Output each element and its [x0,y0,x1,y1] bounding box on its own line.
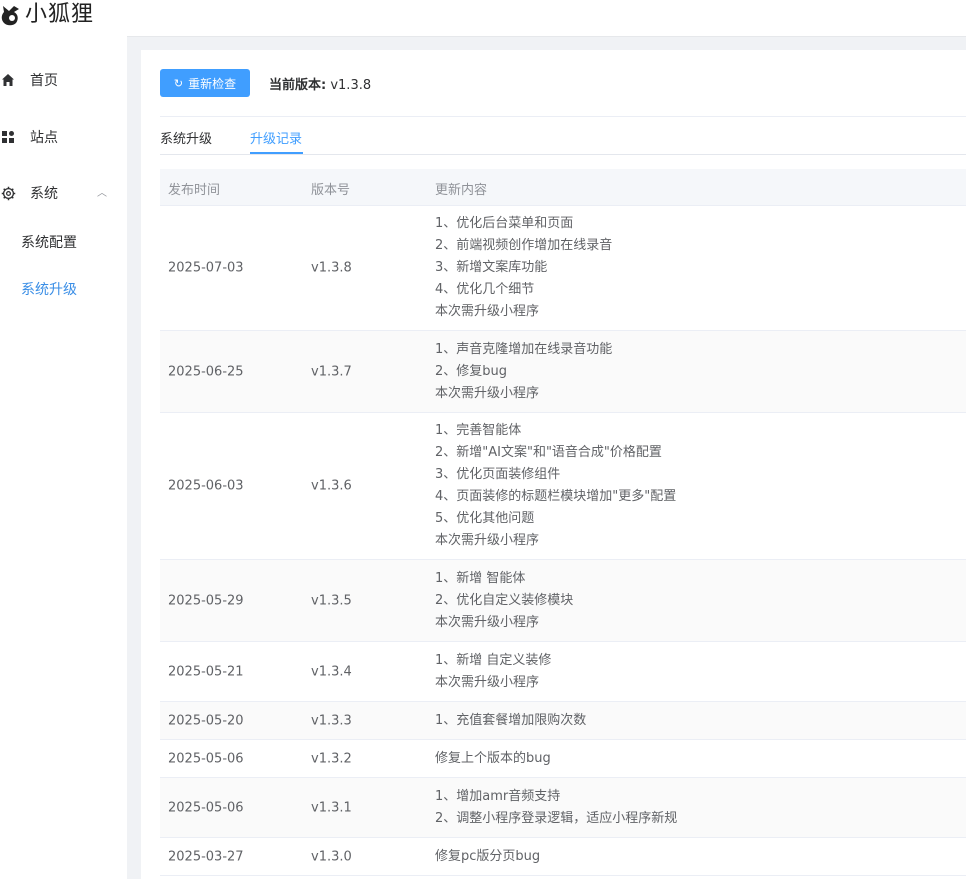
sidebar-item-sites[interactable]: 站点 [0,127,58,147]
update-content-line: 1、增加amr音频支持 [435,788,561,804]
logo-text: 小狐狸 [25,2,95,27]
update-content-line: 2、修复bug [435,363,508,379]
grid-icon [0,129,16,145]
version-value: v1.3.8 [330,78,372,93]
chevron-up-icon: ︿ [97,188,107,199]
app-logo: 小狐狸 [0,0,94,30]
update-content-line: 本次需升级小程序 [435,304,540,319]
update-content-cell: 1、新增 自定义装修 本次需升级小程序 [435,650,551,694]
update-content-cell: 1、新增 智能体 2、优化自定义装修模块 本次需升级小程序 [435,568,573,634]
recheck-button[interactable]: ↻ 重新检查 [160,69,250,97]
update-content-line: 4、页面装修的标题栏模块增加"更多"配置 [435,489,677,504]
table-row: 2025-06-25 v1.3.7 1、声音克隆增加在线录音功能 2、修复bug 本次需… [160,331,966,413]
update-content-cell: 1、完善智能体 2、新增"AI文案"和"语音合成"价格配置 3、优化页面装修组件 4、… [435,420,676,552]
release-date-cell: 2025-03-27 [168,849,244,864]
version-cell: v1.3.3 [311,713,352,728]
update-content-line: 修复上个版本的bug [435,750,551,766]
update-content-line: 4、优化几个细节 [435,282,535,297]
sidebar-item-label: 站点 [30,130,58,146]
table-row: 2025-03-27 v1.3.0 修复pc版分页bug [160,838,966,876]
version-label: 当前版本: [269,78,327,93]
recheck-button-label: 重新检查 [188,76,237,91]
update-content-line: 2、新增"AI文案"和"语音合成"价格配置 [435,445,662,460]
update-content-cell: 1、增加amr音频支持 2、调整小程序登录逻辑，适应小程序新规 [435,786,677,830]
version-cell: v1.3.5 [311,593,352,608]
home-icon [0,72,16,88]
release-date-cell: 2025-07-03 [168,260,244,276]
sidebar-subitem-system-config[interactable]: 系统配置 [21,232,77,252]
update-content-line: 1、完善智能体 [435,423,522,438]
update-content-line: 2、前端视频创作增加在线录音 [435,238,613,253]
table-row: 2025-05-21 v1.3.4 1、新增 自定义装修 本次需升级小程序 [160,642,966,702]
version-cell: v1.3.1 [311,800,352,815]
sidebar-item-home[interactable]: 首页 [0,70,58,90]
refresh-icon: ↻ [173,76,184,90]
update-content-line: 1、声音克隆增加在线录音功能 [435,341,613,357]
update-content-line: 1、新增 自定义装修 [435,652,552,668]
update-content-cell: 修复上个版本的bug [435,748,551,770]
table-row: 2025-05-20 v1.3.3 1、充值套餐增加限购次数 [160,702,966,740]
release-date-cell: 2025-06-03 [168,478,244,494]
current-version: 当前版本: v1.3.8 [269,74,371,93]
sidebar-subitem-system-upgrade[interactable]: 系统升级 [21,279,77,299]
table-header: 发布时间 版本号 更新内容 [160,169,966,206]
tabs-divider [160,154,966,155]
tab-system-upgrade[interactable]: 系统升级 [160,128,212,147]
update-content-cell: 1、优化后台菜单和页面 2、前端视频创作增加在线录音 3、新增文案库功能 4、优化几个… [435,213,612,323]
version-cell: v1.3.8 [311,260,352,276]
column-header-date: 发布时间 [168,183,221,198]
update-content-line: 本次需升级小程序 [435,614,540,630]
release-date-cell: 2025-05-29 [168,593,244,608]
table-row: 2025-05-29 v1.3.5 1、新增 智能体 2、优化自定义装修模块 本次需升级… [160,560,966,642]
release-date-cell: 2025-05-20 [168,713,244,728]
update-content-line: 2、调整小程序登录逻辑，适应小程序新规 [435,810,678,826]
tab-upgrade-history[interactable]: 升级记录 [250,128,302,147]
table-row: 2025-05-06 v1.3.2 修复上个版本的bug [160,740,966,778]
version-cell: v1.3.0 [311,849,352,864]
release-date-cell: 2025-05-21 [168,664,244,679]
gear-icon [0,185,16,201]
sidebar [0,37,127,879]
toolbar-divider [160,116,966,117]
update-content-line: 2、优化自定义装修模块 [435,592,574,608]
update-content-cell: 修复pc版分页bug [435,846,540,868]
sidebar-item-system[interactable]: 系统 ︿ [0,183,127,203]
release-date-cell: 2025-05-06 [168,751,244,766]
table-row: 2025-07-03 v1.3.8 1、优化后台菜单和页面 2、前端视频创作增加在线录… [160,206,966,331]
release-date-cell: 2025-05-06 [168,800,244,815]
update-content-line: 本次需升级小程序 [435,674,540,690]
version-cell: v1.3.4 [311,664,352,679]
update-content-line: 5、优化其他问题 [435,511,535,526]
update-content-line: 本次需升级小程序 [435,533,540,548]
version-cell: v1.3.7 [311,364,352,379]
sidebar-item-label: 首页 [30,73,58,89]
update-content-line: 1、新增 智能体 [435,570,526,586]
column-header-content: 更新内容 [435,183,488,198]
update-content-line: 本次需升级小程序 [435,385,540,401]
update-content-line: 3、优化页面装修组件 [435,467,561,482]
update-content-line: 修复pc版分页bug [435,848,541,864]
upgrade-history-table: 发布时间 版本号 更新内容 2025-07-03 v1.3.8 1、优化后台菜单和页… [160,169,966,876]
update-content-line: 1、充值套餐增加限购次数 [435,712,587,728]
active-tab-indicator [250,152,303,154]
update-content-line: 1、优化后台菜单和页面 [435,216,574,231]
update-content-line: 3、新增文案库功能 [435,260,548,275]
table-row: 2025-05-06 v1.3.1 1、增加amr音频支持 2、调整小程序登录逻辑，适… [160,778,966,838]
version-cell: v1.3.6 [311,478,352,494]
column-header-version: 版本号 [311,183,351,198]
sidebar-item-label: 系统 [30,186,58,202]
release-date-cell: 2025-06-25 [168,364,244,379]
table-body: 2025-07-03 v1.3.8 1、优化后台菜单和页面 2、前端视频创作增加在线录… [160,206,966,876]
fox-logo-icon [1,6,19,26]
version-cell: v1.3.2 [311,751,352,766]
update-content-cell: 1、充值套餐增加限购次数 [435,710,586,732]
table-row: 2025-06-03 v1.3.6 1、完善智能体 2、新增"AI文案"和"语音合成"… [160,413,966,560]
update-content-cell: 1、声音克隆增加在线录音功能 2、修复bug 本次需升级小程序 [435,339,612,405]
